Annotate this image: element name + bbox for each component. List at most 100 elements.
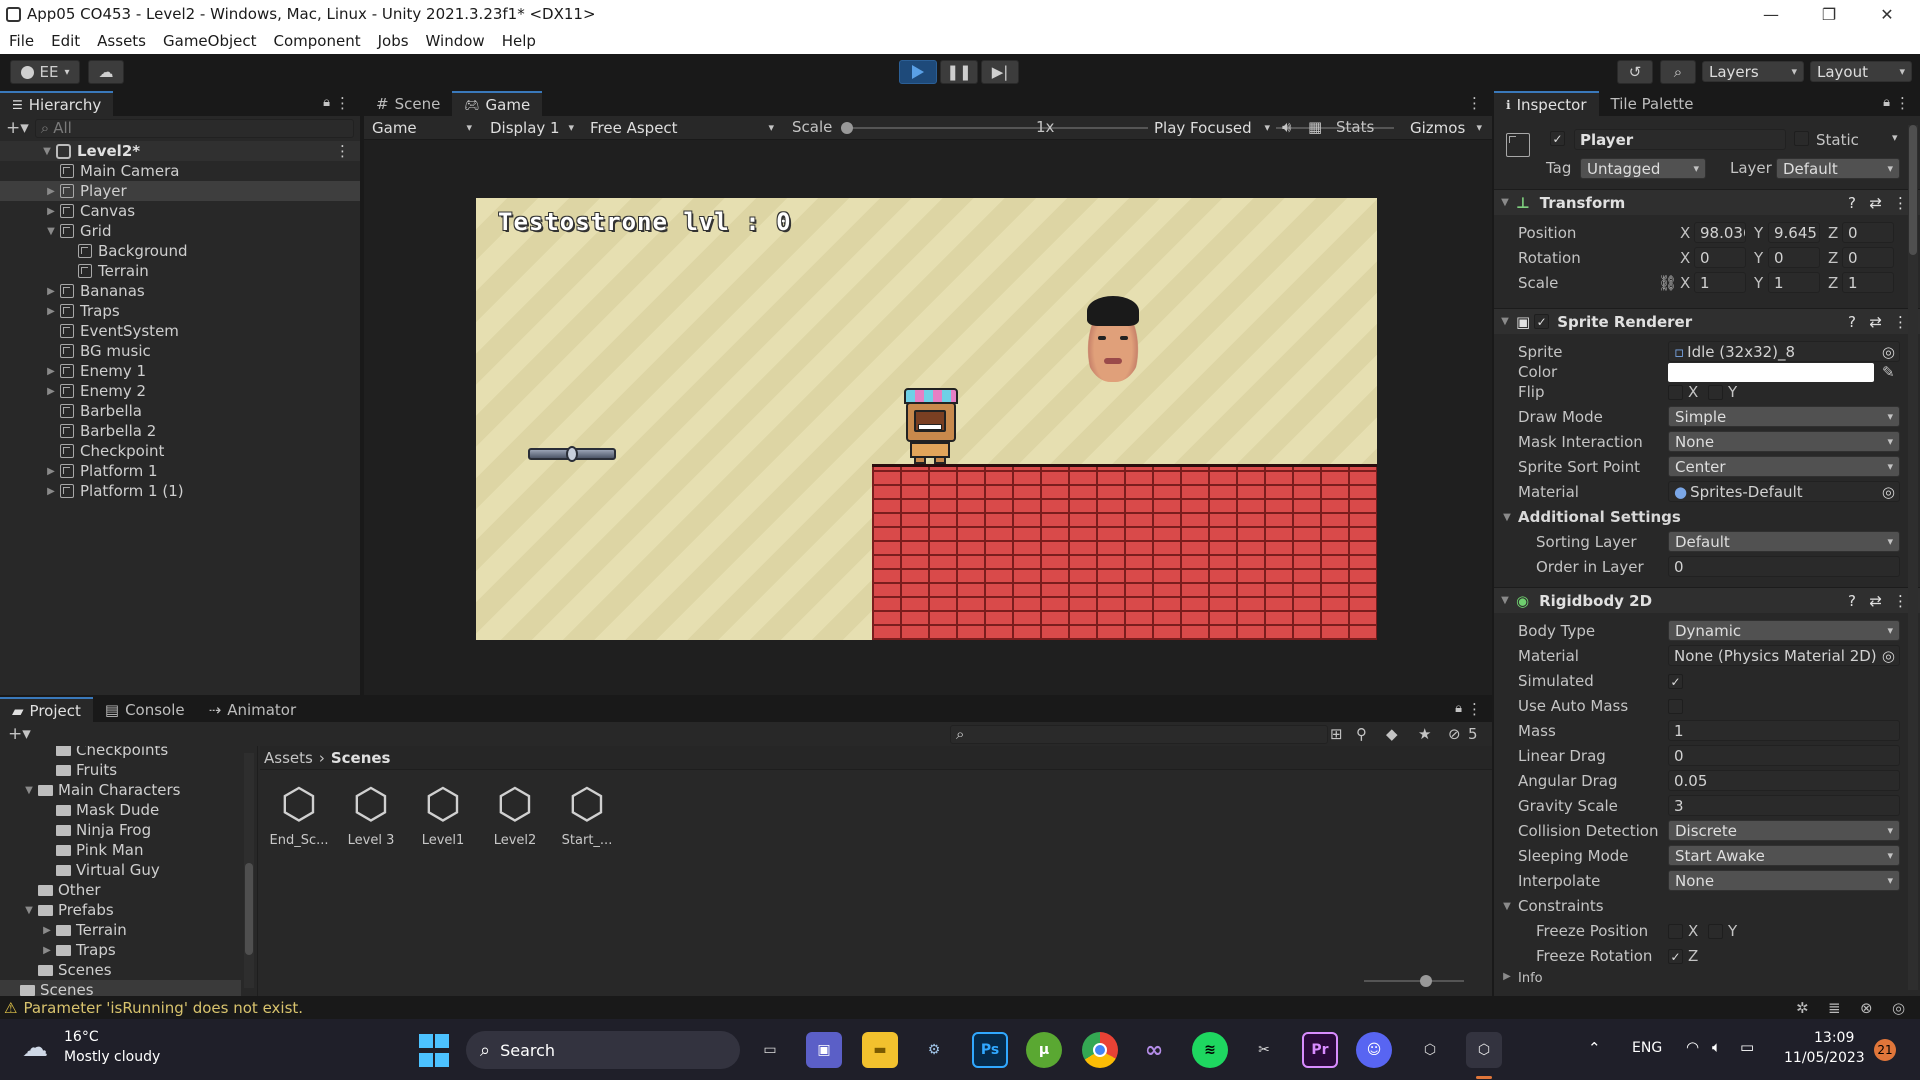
transform-z-field[interactable]: 1 xyxy=(1842,272,1894,293)
game-canvas[interactable]: Testostrone lvl : 0 xyxy=(476,198,1377,640)
debug-icon[interactable]: ✲ xyxy=(1796,999,1809,1017)
favorite-icon[interactable]: ★ xyxy=(1418,725,1431,743)
windows-start-icon[interactable] xyxy=(416,1032,452,1068)
notification-badge[interactable]: 21 xyxy=(1874,1039,1896,1061)
expand-arrow-icon[interactable]: ▶ xyxy=(44,186,58,197)
utorrent-icon[interactable]: µ xyxy=(1026,1032,1062,1068)
breadcrumb-assets[interactable]: Assets xyxy=(264,749,313,767)
preset-icon[interactable]: ⇄ xyxy=(1869,592,1882,610)
transform-y-field[interactable]: 1 xyxy=(1768,272,1820,293)
play-focused-dropdown[interactable]: Play Focused xyxy=(1148,117,1276,138)
play-button[interactable] xyxy=(899,60,937,84)
scene-row[interactable]: ▼ Level2* ⋮ xyxy=(0,141,360,161)
preset-icon[interactable]: ⇄ xyxy=(1869,313,1882,331)
linear-drag-field[interactable]: 0 xyxy=(1668,745,1900,766)
flip-x-checkbox[interactable] xyxy=(1668,385,1683,400)
hierarchy-item[interactable]: ▶ Platform 1 (1) xyxy=(0,481,360,501)
battery-icon[interactable]: ▭ xyxy=(1740,1038,1754,1056)
expand-arrow-icon[interactable]: ▼ xyxy=(44,226,58,237)
freeze-position-x-checkbox[interactable] xyxy=(1668,924,1683,939)
simulated-checkbox[interactable]: ✓ xyxy=(1668,674,1683,689)
transform-y-field[interactable]: 0 xyxy=(1768,247,1820,268)
active-checkbox[interactable]: ✓ xyxy=(1550,131,1565,146)
step-button[interactable]: ▶| xyxy=(981,60,1019,84)
hierarchy-item[interactable]: Terrain xyxy=(0,261,360,281)
hierarchy-item[interactable]: ▼ Grid xyxy=(0,221,360,241)
sorting-layer-dropdown[interactable]: Default xyxy=(1668,531,1900,552)
transform-header[interactable]: ▼ ⊥ Transform ? ⇄ ⋮ xyxy=(1494,189,1920,215)
constrain-proportions-icon[interactable]: ⛓ xyxy=(1658,274,1677,292)
hierarchy-item[interactable]: ▶ Platform 1 xyxy=(0,461,360,481)
expand-arrow-icon[interactable]: ▶ xyxy=(44,486,58,497)
inspector-scrollbar[interactable] xyxy=(1908,125,1918,990)
expand-arrow-icon[interactable]: ▶ xyxy=(44,466,58,477)
menu-component[interactable]: Component xyxy=(265,32,369,50)
layers-dropdown[interactable]: Layers xyxy=(1702,61,1804,82)
interpolate-dropdown[interactable]: None xyxy=(1668,870,1900,891)
hierarchy-item[interactable]: ▶ Enemy 2 xyxy=(0,381,360,401)
menu-edit[interactable]: Edit xyxy=(42,32,88,50)
menu-kebab-icon[interactable]: ⋮ xyxy=(335,94,350,112)
premiere-icon[interactable]: Pr xyxy=(1302,1032,1338,1068)
project-tree-item[interactable]: Checkpoints xyxy=(0,746,241,760)
sprite-renderer-enabled-checkbox[interactable]: ✓ xyxy=(1534,314,1550,329)
volume-icon[interactable]: 🔈︎ xyxy=(1712,1038,1721,1056)
tab-animator[interactable]: ⇢ Animator xyxy=(197,697,309,722)
expand-arrow-icon[interactable]: ▼ xyxy=(22,785,36,796)
constraints-foldout[interactable]: ▼ Constraints xyxy=(1500,897,1603,915)
help-icon[interactable]: ? xyxy=(1848,592,1856,610)
hidden-packages-icon[interactable]: ⊘ xyxy=(1448,725,1461,743)
stats-button[interactable]: Stats xyxy=(1336,118,1374,136)
menu-gameobject[interactable]: GameObject xyxy=(154,32,265,50)
cloud-button[interactable]: ☁ xyxy=(88,60,124,84)
search-button[interactable]: ⌕ xyxy=(1660,60,1696,84)
expand-arrow-icon[interactable]: ▶ xyxy=(44,286,58,297)
add-icon[interactable]: +▾ xyxy=(6,118,29,138)
expand-arrow-icon[interactable]: ▶ xyxy=(40,945,54,956)
transform-x-field[interactable]: 98.036 xyxy=(1694,222,1746,243)
scrollbar-thumb[interactable] xyxy=(1909,125,1917,255)
project-tree-item[interactable]: Pink Man xyxy=(0,840,241,860)
preset-icon[interactable]: ⇄ xyxy=(1869,194,1882,212)
scene-menu-icon[interactable]: ⋮ xyxy=(335,142,350,160)
chrome-icon[interactable] xyxy=(1082,1032,1118,1068)
layout-dropdown[interactable]: Layout xyxy=(1810,61,1912,82)
menu-kebab-icon[interactable]: ⋮ xyxy=(1895,94,1910,112)
tab-game[interactable]: 🎮︎ Game xyxy=(452,91,543,116)
scrollbar-thumb[interactable] xyxy=(245,863,253,955)
material-field[interactable]: ● Sprites-Default ◎ xyxy=(1668,481,1900,502)
unity-editor-icon[interactable]: ⬡ xyxy=(1466,1032,1502,1068)
hierarchy-item[interactable]: ▶ Canvas xyxy=(0,201,360,221)
object-picker-icon[interactable]: ◎ xyxy=(1882,483,1895,501)
zoom-slider[interactable] xyxy=(1364,975,1464,987)
transform-y-field[interactable]: 9.645 xyxy=(1768,222,1820,243)
project-tree-item[interactable]: Other xyxy=(0,880,241,900)
hierarchy-item[interactable]: Background xyxy=(0,241,360,261)
mass-field[interactable]: 1 xyxy=(1668,720,1900,741)
eyedropper-icon[interactable]: ✎ xyxy=(1882,363,1895,381)
axis-x-label[interactable]: X xyxy=(1680,249,1690,267)
hierarchy-item[interactable]: Checkpoint xyxy=(0,441,360,461)
layer-dropdown[interactable]: Default xyxy=(1776,158,1900,179)
hierarchy-item[interactable]: Barbella 2 xyxy=(0,421,360,441)
axis-z-label[interactable]: Z xyxy=(1828,224,1838,242)
project-tree-item[interactable]: ▼ Prefabs xyxy=(0,900,241,920)
axis-z-label[interactable]: Z xyxy=(1828,249,1838,267)
project-search-input[interactable]: ⌕ xyxy=(950,724,1328,744)
hierarchy-item[interactable]: Main Camera xyxy=(0,161,360,181)
tab-inspector[interactable]: ℹ Inspector xyxy=(1494,91,1599,116)
zoom-slider-handle[interactable] xyxy=(1420,975,1432,987)
help-icon[interactable]: ? xyxy=(1848,194,1856,212)
check-circle-icon[interactable]: ◎ xyxy=(1892,999,1905,1017)
snipping-tool-icon[interactable]: ✂ xyxy=(1246,1032,1282,1068)
scene-asset[interactable]: ⬡ End_Sc... xyxy=(270,781,329,861)
scene-asset[interactable]: ⬡ Start_... xyxy=(558,781,616,861)
axis-y-label[interactable]: Y xyxy=(1754,249,1763,267)
hierarchy-item[interactable]: ▶ Bananas xyxy=(0,281,360,301)
flip-y-checkbox[interactable] xyxy=(1708,385,1723,400)
hierarchy-item[interactable]: BG music xyxy=(0,341,360,361)
draw-mode-dropdown[interactable]: Simple xyxy=(1668,406,1900,427)
body-type-dropdown[interactable]: Dynamic xyxy=(1668,620,1900,641)
order-in-layer-field[interactable]: 0 xyxy=(1668,556,1900,577)
restore-button[interactable]: ❐ xyxy=(1800,0,1858,28)
